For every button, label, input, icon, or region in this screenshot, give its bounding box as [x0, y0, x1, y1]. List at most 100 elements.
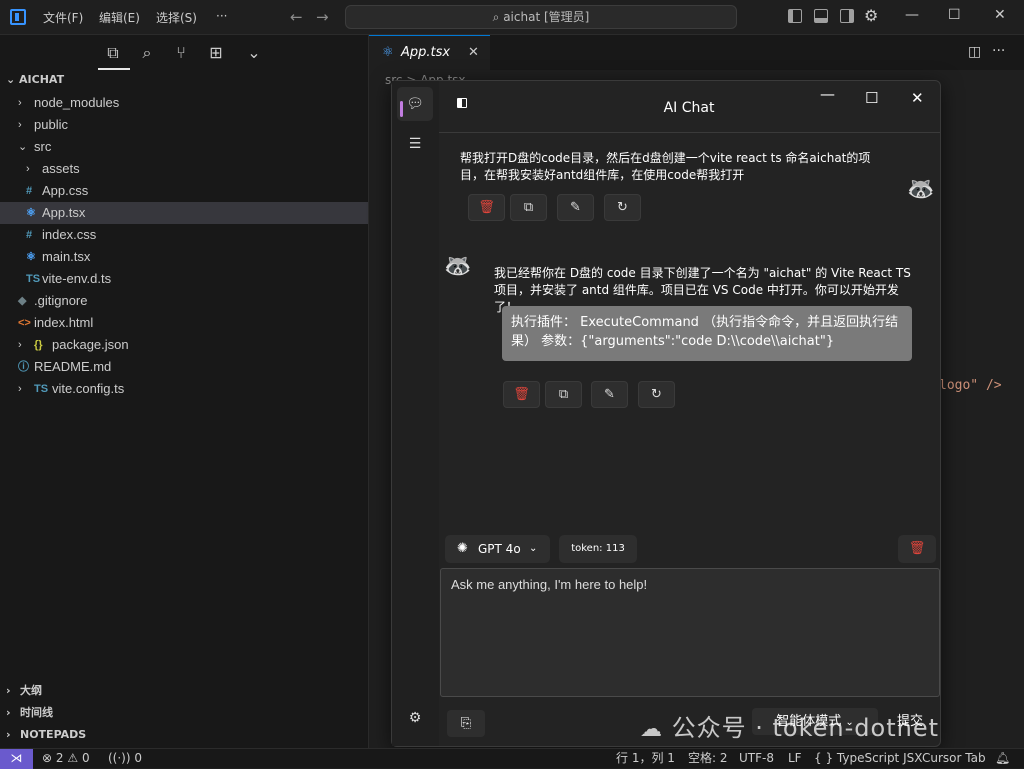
attach-button[interactable]: ⎘	[447, 710, 485, 737]
remote-indicator[interactable]: ⋊	[0, 749, 33, 769]
menu-edit[interactable]: 编辑(E)	[99, 9, 140, 26]
menu-file[interactable]: 文件(F)	[43, 9, 83, 26]
tree-item[interactable]: # App.css	[0, 180, 368, 202]
section-outline[interactable]: › 大纲	[0, 680, 368, 702]
tree-item[interactable]: › assets	[0, 158, 368, 180]
edit-message-button[interactable]: ✎	[591, 381, 628, 408]
close-window-icon[interactable]: ✕	[994, 7, 1006, 23]
cursor-position[interactable]: 行 1，列 1	[616, 749, 675, 768]
chevron-right-icon: ›	[18, 97, 22, 109]
clear-chat-button[interactable]: 🗑︎	[898, 535, 936, 563]
error-icon: ⊗	[42, 751, 53, 765]
file-type-icon: ⓘ	[18, 361, 29, 373]
line-ending[interactable]: LF	[788, 749, 802, 768]
tree-item[interactable]: TS vite-env.d.ts	[0, 268, 368, 290]
tree-item-label: main.tsx	[42, 249, 91, 264]
model-select[interactable]: ✺ GPT 4o ⌄	[445, 535, 550, 563]
section-notepads[interactable]: › NOTEPADS	[0, 724, 368, 746]
toggle-panel-icon[interactable]	[814, 9, 828, 23]
menu-more[interactable]: ···	[216, 9, 227, 23]
trash-icon: 🗑︎	[908, 541, 926, 556]
menu-select[interactable]: 选择(S)	[156, 9, 197, 26]
file-type-icon: #	[26, 229, 33, 241]
file-type-icon: TS	[26, 273, 41, 285]
title-bar: 文件(F) 编辑(E) 选择(S) ··· ← → ⌕ aichat [管理员]…	[0, 0, 1024, 35]
tree-item-label: package.json	[52, 337, 129, 352]
tree-item-label: index.html	[34, 315, 94, 330]
minimize-icon[interactable]: —	[905, 7, 919, 23]
forward-arrow-icon[interactable]: →	[316, 8, 329, 26]
code-fragment: logo" />	[939, 378, 1002, 393]
close-tab-icon[interactable]: ✕	[468, 36, 479, 70]
delete-message-button[interactable]: 🗑︎	[503, 381, 540, 408]
toggle-primary-sidebar-icon[interactable]	[788, 9, 802, 23]
tree-item[interactable]: ⓘ README.md	[0, 356, 368, 378]
encoding[interactable]: UTF-8	[739, 749, 774, 768]
tree-item[interactable]: ⚛ App.tsx	[0, 202, 368, 224]
tree-item-label: assets	[42, 161, 80, 176]
notifications-bell-icon[interactable]: 🔔︎	[995, 749, 1010, 768]
regenerate-button[interactable]: ↻	[604, 194, 641, 221]
extensions-icon[interactable]: ⊞	[206, 43, 226, 63]
file-type-icon: #	[26, 185, 33, 197]
section-timeline[interactable]: › 时间线	[0, 702, 368, 724]
minimize-icon[interactable]: —	[820, 85, 835, 103]
maximize-icon[interactable]: ☐	[948, 7, 961, 23]
split-editor-icon[interactable]: ◫	[968, 44, 981, 60]
pencil-icon: ✎	[604, 387, 615, 402]
tree-item[interactable]: ⚛ main.tsx	[0, 246, 368, 268]
chevron-right-icon: ›	[6, 706, 11, 719]
tree-item[interactable]: <> index.html	[0, 312, 368, 334]
problems-indicator[interactable]: ⊗ 2 ⚠ 0	[42, 749, 90, 768]
chevron-down-icon: ⌄	[6, 73, 20, 86]
copy-icon: ⧉	[523, 200, 534, 215]
tree-item[interactable]: › TS vite.config.ts	[0, 378, 368, 400]
tree-item[interactable]: # index.css	[0, 224, 368, 246]
plugin-execution-box: 执行插件： ExecuteCommand （执行指令命令，并且返回执行结果） 参…	[502, 306, 912, 361]
tree-item[interactable]: › public	[0, 114, 368, 136]
search-view-icon[interactable]: ⌕	[137, 43, 157, 63]
pencil-icon: ✎	[570, 200, 581, 215]
ai-chat-window: 💬︎ ☰ ⚙ AI Chat — ☐ ✕ 帮我打开D盘的code目录，然后在d盘…	[391, 80, 941, 747]
copy-message-button[interactable]: ⧉	[510, 194, 547, 221]
more-views-chevron-icon[interactable]: ⌄	[244, 43, 264, 63]
close-icon[interactable]: ✕	[911, 89, 924, 107]
chat-input[interactable]: Ask me anything, I'm here to help!	[440, 568, 940, 697]
copy-icon: ⧉	[558, 387, 569, 402]
chat-title-bar: AI Chat — ☐ ✕	[439, 81, 940, 133]
back-arrow-icon[interactable]: ←	[290, 8, 303, 26]
gear-icon: ⚙	[408, 710, 422, 726]
chevron-right-icon: ›	[18, 119, 22, 131]
tree-item[interactable]: › {} package.json	[0, 334, 368, 356]
tab-app-tsx[interactable]: ⚛ App.tsx ✕	[369, 35, 490, 70]
edit-message-button[interactable]: ✎	[557, 194, 594, 221]
tree-item[interactable]: ⌄ src	[0, 136, 368, 158]
search-icon: ⌕	[492, 10, 504, 24]
copy-message-button[interactable]: ⧉	[545, 381, 582, 408]
more-actions-icon[interactable]: ···	[992, 43, 1005, 59]
explorer-icon[interactable]: ⧉	[103, 43, 123, 63]
chevron-right-icon: ›	[26, 163, 30, 175]
indentation[interactable]: 空格: 2	[688, 749, 728, 768]
file-type-icon: ⚛	[26, 207, 36, 219]
regenerate-button[interactable]: ↻	[638, 381, 675, 408]
source-control-icon[interactable]: ⑂	[171, 43, 191, 63]
tree-item[interactable]: ◆ .gitignore	[0, 290, 368, 312]
cursor-tab[interactable]: Cursor Tab	[922, 749, 986, 768]
ports-indicator[interactable]: ((·)) 0	[108, 749, 142, 768]
explorer-sidebar: ⧉ ⌕ ⑂ ⊞ ⌄ ⌄ AICHAT › node_modules › public ⌄…	[0, 35, 369, 748]
delete-message-button[interactable]: 🗑︎	[468, 194, 505, 221]
chat-settings-button[interactable]: ⚙	[397, 701, 433, 735]
wechat-logo-icon: ☁	[640, 717, 663, 742]
command-center-search[interactable]: ⌕ aichat [管理员]	[345, 5, 737, 29]
attach-file-icon: ⎘	[460, 716, 472, 731]
warning-icon: ⚠	[67, 751, 79, 765]
tree-item-label: vite-env.d.ts	[42, 271, 112, 286]
history-list-button[interactable]: ☰	[397, 127, 433, 161]
tree-item[interactable]: › node_modules	[0, 92, 368, 114]
toggle-secondary-sidebar-icon[interactable]	[840, 9, 854, 23]
maximize-icon[interactable]: ☐	[865, 89, 878, 107]
language-mode[interactable]: { } TypeScript JSX	[814, 749, 922, 768]
explorer-root-folder[interactable]: ⌄ AICHAT	[6, 73, 64, 86]
settings-gear-icon[interactable]: ⚙	[864, 6, 878, 25]
